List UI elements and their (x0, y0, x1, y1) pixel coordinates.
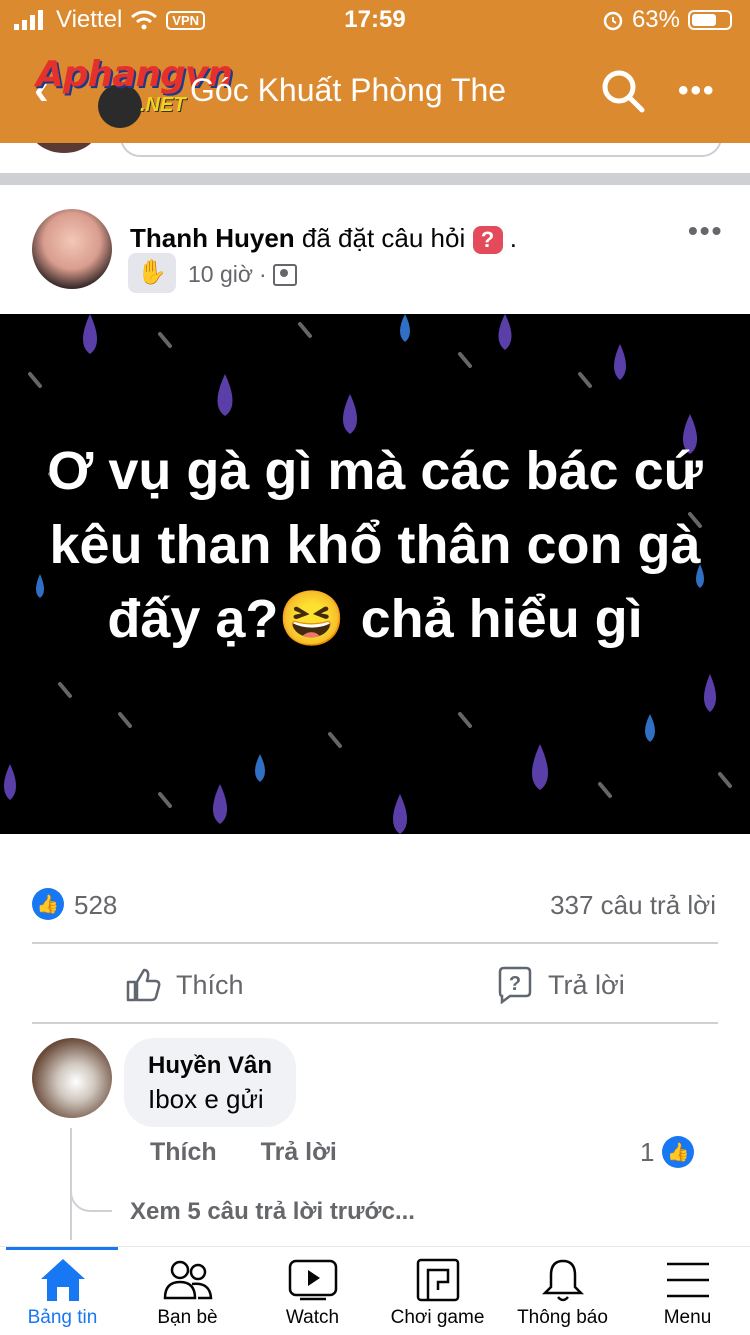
comment-reply-button[interactable]: Trả lời (261, 1138, 337, 1167)
tab-label: Bảng tin (27, 1307, 98, 1328)
logo-suffix: .NET (140, 94, 186, 116)
composer-input[interactable] (120, 143, 722, 157)
post-time[interactable]: 10 giờ (188, 261, 253, 288)
gaming-icon (416, 1258, 459, 1302)
author-avatar[interactable] (32, 209, 112, 289)
active-tab-indicator (6, 1247, 118, 1250)
thread-connector (70, 1180, 112, 1212)
comment-like-button[interactable]: Thích (150, 1138, 217, 1167)
tab-home[interactable]: Bảng tin (0, 1255, 125, 1329)
like-reaction-icon: 👍 (662, 1136, 695, 1168)
watch-icon (288, 1259, 337, 1301)
comment-like-count[interactable]: 1 👍 (640, 1136, 695, 1168)
search-icon[interactable] (600, 68, 646, 114)
question-icon: ? (472, 226, 503, 255)
post-background[interactable]: Ơ vụ gà gì mà các bác cứ kêu than khổ th… (0, 314, 750, 834)
question-bubble-icon: ? (498, 966, 532, 1004)
like-button[interactable]: Thích (124, 960, 244, 1010)
tab-label: Thông báo (517, 1307, 608, 1328)
tab-gaming[interactable]: Chơi game (375, 1255, 500, 1329)
tab-friends[interactable]: Bạn bè (125, 1255, 250, 1329)
meta-separator: · (258, 261, 267, 287)
tab-label: Chơi game (390, 1307, 485, 1328)
battery-percent: 63% (631, 6, 680, 33)
commenter-name[interactable]: Huyền Vân (148, 1052, 272, 1080)
nav-bar: ‹ Aphangvn .NET Góc Khuất Phòng The ••• (0, 50, 750, 130)
comment-bubble[interactable]: Huyền Vân Ibox e gửi (124, 1038, 297, 1127)
section-divider (0, 173, 750, 185)
top-header: Viettel VPN 17:59 63% ‹ Aphangvn .NET Gó… (0, 0, 750, 143)
tab-label: Bạn bè (157, 1307, 218, 1328)
comment: Huyền Vân Ibox e gửi Thích Trả lời 1 👍 X… (0, 1030, 750, 1240)
status-bar: Viettel VPN 17:59 63% (0, 0, 750, 40)
bell-icon (541, 1259, 584, 1302)
home-icon (40, 1259, 85, 1301)
alarm-icon (603, 11, 623, 31)
bottom-tab-bar: Bảng tin Bạn bè Watch Chơi game Thông bá… (0, 1246, 750, 1335)
comment-text: Ibox e gửi (148, 1084, 264, 1114)
thumbs-up-icon (126, 968, 161, 1002)
more-options-icon[interactable]: ••• (678, 68, 724, 114)
reply-button[interactable]: ? Trả lời (496, 960, 625, 1010)
view-previous-replies[interactable]: Xem 5 câu trả lời trước... (130, 1198, 415, 1226)
tab-watch[interactable]: Watch (250, 1255, 375, 1329)
group-privacy-icon (272, 263, 297, 286)
svg-text:?: ? (509, 973, 521, 995)
battery-icon (688, 10, 732, 30)
tab-menu[interactable]: Menu (625, 1255, 750, 1329)
post-more-icon[interactable]: ••• (688, 215, 723, 247)
hand-wave-icon: ✋ (128, 253, 176, 293)
post-text: Ơ vụ gà gì mà các bác cứ kêu than khổ th… (47, 441, 703, 649)
comment-like-number: 1 (640, 1136, 655, 1167)
commenter-avatar[interactable] (32, 1038, 112, 1118)
group-title[interactable]: Góc Khuất Phòng The (190, 72, 506, 109)
post-meta: 10 giờ · (188, 261, 297, 288)
tab-label: Watch (285, 1307, 340, 1328)
divider (32, 1022, 718, 1024)
like-button-label: Thích (176, 969, 244, 1000)
composer-peek (0, 143, 750, 173)
like-count[interactable]: 528 (74, 890, 117, 921)
post-action-period: . (509, 223, 517, 253)
reply-button-label: Trả lời (548, 969, 625, 1000)
tab-notifications[interactable]: Thông báo (500, 1255, 625, 1329)
tab-label: Menu (663, 1307, 712, 1328)
post-header: Thanh Huyen đã đặt câu hỏi ? . ✋ 10 giờ … (0, 185, 750, 313)
author-name[interactable]: Thanh Huyen (130, 223, 295, 253)
author-line: Thanh Huyen đã đặt câu hỏi ? . (130, 223, 517, 255)
avatar (30, 143, 98, 153)
divider (32, 942, 718, 944)
reply-count[interactable]: 337 câu trả lời (550, 890, 716, 921)
friends-icon (163, 1260, 212, 1300)
menu-icon (666, 1262, 709, 1298)
like-reaction-icon: 👍 (32, 888, 64, 920)
post-stats: 👍 528 337 câu trả lời (0, 880, 750, 930)
comment-actions: Thích Trả lời (150, 1138, 337, 1167)
post-action: đã đặt câu hỏi (301, 223, 466, 253)
